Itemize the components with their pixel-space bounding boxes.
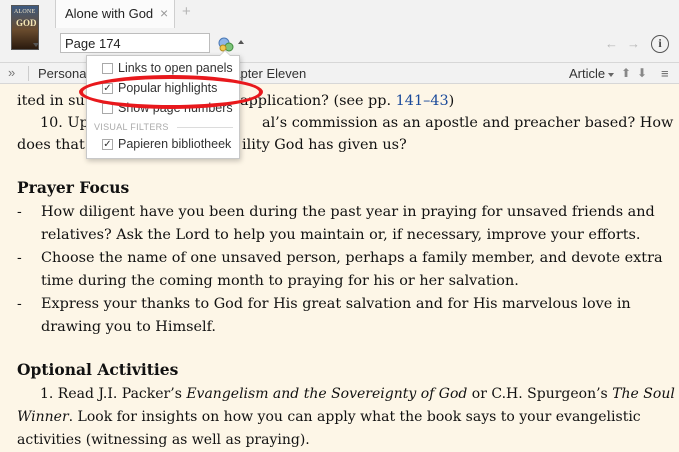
cover-dropdown-arrow-icon[interactable] [33,43,39,47]
page-reference-input[interactable]: Page 174 [60,33,210,53]
visual-filters-dropdown-arrow-icon[interactable] [238,40,244,44]
expand-sidebar-icon[interactable]: » [8,65,15,80]
panel-header: ALONE GOD Alone with God × + Page 174 ← … [0,0,679,62]
visual-filters-group-label: VISUAL FILTERS [94,122,169,132]
book-title-italic: Winner [17,409,69,425]
bullet-marker: - [17,204,22,220]
tab-title: Alone with God [65,6,154,21]
text-line: does that r [17,137,96,153]
text-fragment: al’s commission as an apostle and preach… [262,115,674,131]
text-line: activities (witnessing as well as prayin… [17,432,310,448]
text-line: ited in su [17,93,85,109]
text-fragment: does that r [17,137,97,153]
text-fragment: or C.H. Spurgeon’s [467,386,613,402]
bullet-text-line: drawing you to Himself. [41,319,216,335]
text-line: ility God has given us? [242,137,407,153]
text-line: al’s commission as an apostle and preach… [262,115,673,131]
text-fragment: application? (see pp. [240,93,396,109]
text-fragment: . Look for insights on how you can apply… [68,409,641,425]
forward-arrow-icon[interactable]: → [627,36,640,51]
bullet-text-line: time during the coming month to praying … [41,273,519,289]
tab-close-icon[interactable]: × [160,6,168,20]
next-article-icon[interactable]: ⬇ [637,66,647,80]
heading-optional-activities: Optional Activities [17,360,179,379]
bullet-text-line: Express your thanks to God for His great… [41,296,631,312]
group-divider [177,127,233,128]
checkbox[interactable]: ✓ [102,139,113,150]
bullet-text-line: How diligent have you been during the pa… [41,204,655,220]
text-fragment: ited in su [17,93,85,109]
text-fragment: ) [448,93,455,109]
book-title-italic: The Soul [612,386,675,402]
menu-item-label: Links to open panels [118,61,233,75]
back-arrow-icon[interactable]: ← [605,36,618,51]
toolbar-divider [28,66,29,81]
highlight-annotation-ellipse [79,75,263,109]
text-line: Winner. Look for insights on how you can… [17,409,641,425]
text-line: 1. Read J.I. Packer’s Evangelism and the… [40,386,675,402]
text-line: application? (see pp. 141–43) [240,93,454,109]
bullet-marker: - [17,250,22,266]
text-fragment: ility God has given us? [242,137,407,153]
menu-item-label: Papieren bibliotheek [118,137,232,151]
book-title-italic: Evangelism and the Sovereignty of God [186,386,468,402]
personal-books-button[interactable]: Personal [38,66,89,81]
checkbox[interactable] [102,63,113,74]
bullet-marker: - [17,296,22,312]
info-icon[interactable]: i [651,35,669,53]
add-tab-button[interactable]: + [182,4,191,19]
previous-article-icon[interactable]: ⬆ [621,66,631,80]
bullet-text-line: relatives? Ask the Lord to help you main… [41,227,641,243]
bullet-text-line: Choose the name of one unsaved person, p… [41,250,663,266]
page-reference-link[interactable]: 141–43 [396,93,449,109]
tab-alone-with-god[interactable]: Alone with God × [55,0,175,28]
heading-prayer-focus: Prayer Focus [17,178,130,197]
text-fragment: 1. Read J.I. Packer’s [40,386,187,402]
article-selector[interactable]: Article [569,66,605,81]
dropdown-pointer-inner [220,51,230,56]
panel-menu-icon[interactable]: ≡ [661,66,669,81]
menu-item-papieren-bibliotheek[interactable]: ✓ Papieren bibliotheek [87,135,239,155]
article-dropdown-arrow-icon[interactable] [608,73,614,77]
book-cover-title-line2: GOD [16,18,37,28]
book-cover-title-line1: ALONE [14,9,36,15]
